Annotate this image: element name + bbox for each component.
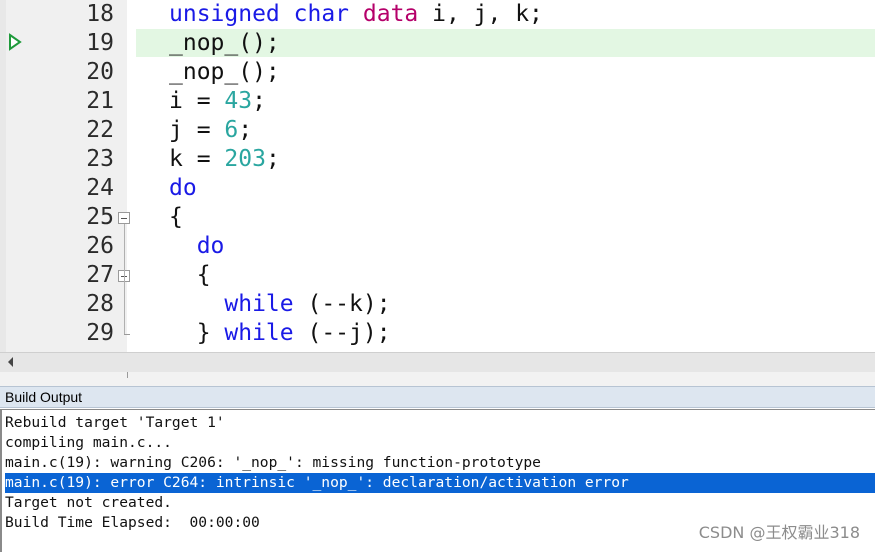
token-type: data bbox=[362, 1, 419, 27]
horizontal-scrollbar[interactable] bbox=[0, 352, 875, 372]
line-number: 29 bbox=[86, 320, 114, 346]
output-line-selected[interactable]: main.c(19): error C264: intrinsic '_nop_… bbox=[5, 473, 875, 493]
token-num: 203 bbox=[224, 146, 266, 172]
line-number: 22 bbox=[86, 117, 114, 143]
fold-end-marker bbox=[124, 334, 130, 335]
output-line[interactable]: Target not created. bbox=[5, 493, 875, 513]
line-number: 28 bbox=[86, 291, 114, 317]
output-line[interactable]: compiling main.c... bbox=[5, 433, 875, 453]
token: ; bbox=[252, 88, 266, 114]
line-number: 23 bbox=[86, 146, 114, 172]
token-kw: do bbox=[196, 233, 225, 259]
code-line[interactable]: _nop_(); bbox=[169, 58, 280, 87]
code-line[interactable]: { bbox=[169, 203, 183, 232]
token-kw: do bbox=[169, 175, 197, 201]
token-kw: char bbox=[293, 1, 350, 27]
token-num: 43 bbox=[224, 88, 253, 114]
token: _nop_(); bbox=[169, 30, 280, 56]
token: i = bbox=[169, 88, 225, 114]
chevron-left-icon[interactable] bbox=[4, 355, 18, 369]
panel-splitter[interactable] bbox=[0, 372, 875, 386]
line-number: 21 bbox=[86, 88, 114, 114]
code-line[interactable]: k = 203; bbox=[169, 145, 280, 174]
token: ; bbox=[265, 146, 280, 172]
code-line[interactable]: i = 43; bbox=[169, 87, 266, 116]
gutter-divider bbox=[127, 0, 129, 352]
token: i, j, k; bbox=[418, 1, 543, 27]
line-number: 18 bbox=[86, 1, 114, 27]
triangle-right-icon bbox=[9, 33, 22, 51]
token-kw: while bbox=[224, 320, 294, 346]
code-line[interactable]: do bbox=[169, 174, 197, 203]
line-number: 25 bbox=[86, 204, 114, 230]
token: (--k); bbox=[293, 291, 391, 317]
fold-guide-line bbox=[124, 282, 125, 334]
output-line[interactable]: main.c(19): warning C206: '_nop_': missi… bbox=[5, 453, 875, 473]
watermark: CSDN @王权霸业318 bbox=[698, 523, 860, 542]
collapse-box-icon[interactable] bbox=[118, 212, 130, 224]
token: { bbox=[169, 262, 211, 288]
line-number: 19 bbox=[86, 30, 114, 56]
panel-title: Build Output bbox=[5, 389, 83, 405]
token: k = bbox=[169, 146, 225, 172]
code-editor[interactable]: unsigned char data i, j, k; _nop_(); _nop_… bbox=[0, 0, 875, 352]
token: { bbox=[169, 204, 183, 230]
output-line[interactable]: Rebuild target 'Target 1' bbox=[5, 413, 875, 433]
token: ; bbox=[238, 117, 253, 143]
code-line[interactable]: { bbox=[169, 261, 211, 290]
token: j = bbox=[169, 117, 225, 143]
line-number: 27 bbox=[86, 262, 114, 288]
token: (--j); bbox=[293, 320, 391, 346]
code-line[interactable]: while (--k); bbox=[169, 290, 391, 319]
line-number: 20 bbox=[86, 59, 114, 85]
code-line[interactable]: j = 6; bbox=[169, 116, 252, 145]
code-line[interactable]: unsigned char data i, j, k; bbox=[169, 0, 543, 29]
line-number: 26 bbox=[86, 233, 114, 259]
token-kw: while bbox=[224, 291, 294, 317]
token-num: 6 bbox=[224, 117, 239, 143]
token-kw: unsigned bbox=[169, 1, 280, 27]
code-line[interactable]: } while (--j); bbox=[169, 319, 391, 348]
line-number: 24 bbox=[86, 175, 114, 201]
token: } bbox=[169, 320, 225, 346]
code-line[interactable]: _nop_(); bbox=[169, 29, 280, 58]
code-line[interactable]: do bbox=[169, 232, 225, 261]
token: _nop_(); bbox=[169, 59, 280, 85]
build-output-header: Build Output bbox=[0, 386, 875, 408]
